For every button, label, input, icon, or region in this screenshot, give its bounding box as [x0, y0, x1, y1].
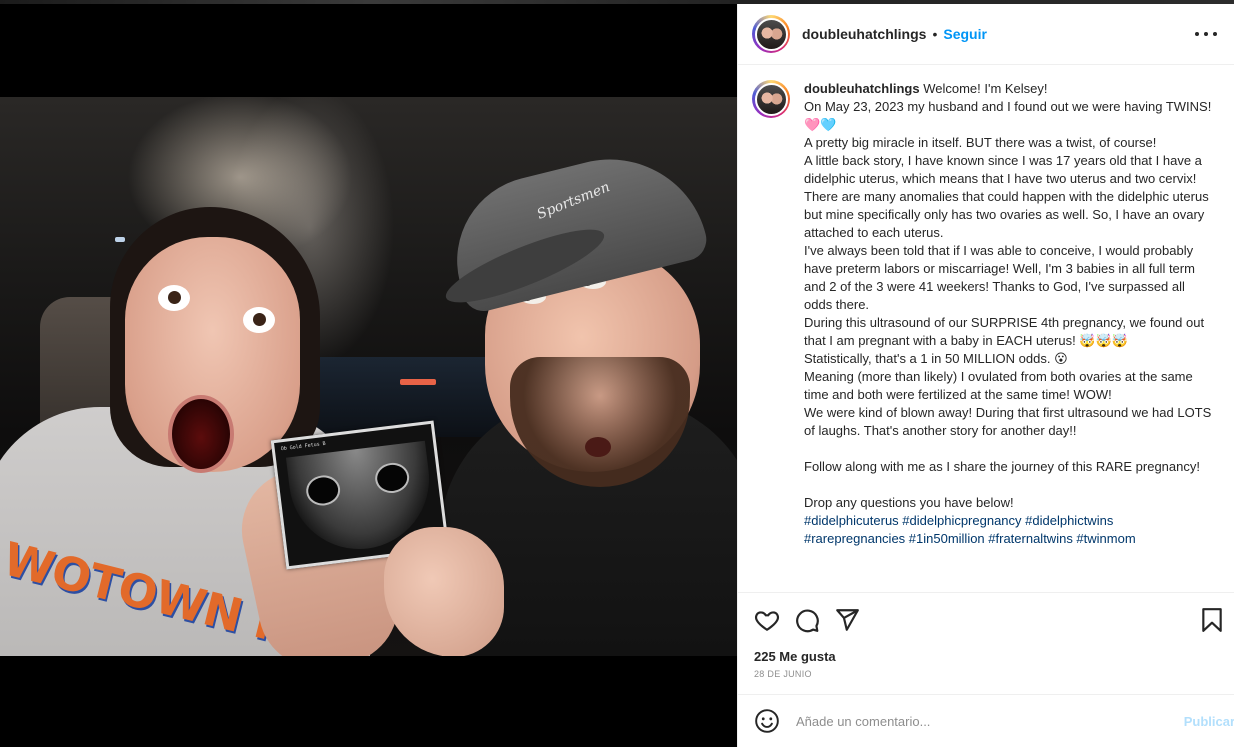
- separator-dot: •: [932, 26, 938, 42]
- caption-username[interactable]: doubleuhatchlings: [804, 81, 920, 96]
- caption-line: On May 23, 2023 my husband and I found o…: [804, 99, 1215, 132]
- caption-line: Statistically, that's a 1 in 50 MILLION …: [804, 351, 1068, 366]
- bookmark-icon[interactable]: [1199, 607, 1225, 633]
- post-photo: WOTOWN F Sportsmen Ob Gold Fetus B: [0, 97, 737, 656]
- post-date[interactable]: 28 DE JUNIO: [754, 669, 812, 679]
- woman-mouth: [168, 395, 234, 473]
- comment-input[interactable]: [796, 713, 1156, 729]
- heart-icon[interactable]: [754, 607, 780, 633]
- caption-line: During this ultrasound of our SURPRISE 4…: [804, 315, 1208, 348]
- share-icon[interactable]: [834, 607, 860, 633]
- tail-light: [400, 379, 436, 385]
- gestational-sac-b: [373, 460, 411, 495]
- emoji-icon[interactable]: [754, 708, 780, 734]
- caption-line: We were kind of blown away! During that …: [804, 405, 1215, 438]
- woman-eye-left: [158, 285, 190, 311]
- caption-line: A little back story, I have known since …: [804, 153, 1213, 240]
- comment-icon[interactable]: [794, 607, 820, 633]
- comment-bar: Publicar: [738, 694, 1234, 747]
- caption-line: Meaning (more than likely) I ovulated fr…: [804, 369, 1197, 402]
- post-media[interactable]: WOTOWN F Sportsmen Ob Gold Fetus B: [0, 4, 737, 747]
- caption-line: Follow along with me as I share the jour…: [804, 459, 1200, 474]
- caption-line: Welcome! I'm Kelsey!: [923, 81, 1048, 96]
- avatar-image: [754, 82, 788, 116]
- caption-line: Drop any questions you have below!: [804, 495, 1014, 510]
- caption-area[interactable]: doubleuhatchlings Welcome! I'm Kelsey! O…: [738, 66, 1234, 592]
- woman-hand: [384, 527, 504, 656]
- caption-line: I've always been told that if I was able…: [804, 243, 1199, 312]
- more-options-icon[interactable]: [1195, 24, 1217, 44]
- caption-avatar[interactable]: [752, 80, 790, 118]
- hashtags[interactable]: #didelphicuterus #didelphicpregnancy #di…: [804, 512, 1212, 548]
- caption-text: doubleuhatchlings Welcome! I'm Kelsey! O…: [804, 80, 1212, 512]
- caption-row: doubleuhatchlings Welcome! I'm Kelsey! O…: [752, 80, 1219, 548]
- likes-count[interactable]: 225 Me gusta: [754, 649, 836, 664]
- caption-line: A pretty big miracle in itself. BUT ther…: [804, 135, 1157, 150]
- avatar-image: [754, 17, 788, 51]
- publish-button[interactable]: Publicar: [1184, 714, 1234, 729]
- gestational-sac-a: [304, 473, 342, 508]
- follow-button[interactable]: Seguir: [943, 26, 987, 42]
- avatar[interactable]: [752, 15, 790, 53]
- caption-body: doubleuhatchlings Welcome! I'm Kelsey! O…: [804, 80, 1212, 548]
- post-actions: [738, 592, 1234, 650]
- woman-eye-right: [243, 307, 275, 333]
- username[interactable]: doubleuhatchlings: [802, 26, 926, 42]
- man-mouth: [585, 437, 611, 457]
- post-header: doubleuhatchlings • Seguir: [738, 4, 1234, 65]
- ultrasound-header: Ob Gold Fetus B: [280, 440, 327, 453]
- post-side-panel: doubleuhatchlings • Seguir doubleuhatchl…: [737, 4, 1234, 747]
- dash-light: [115, 237, 125, 242]
